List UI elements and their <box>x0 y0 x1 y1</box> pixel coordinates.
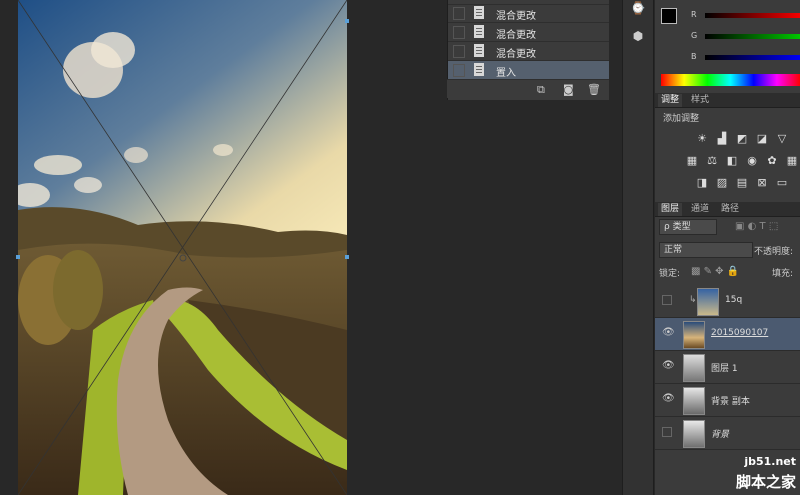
blend-mode-select[interactable]: 正常 <box>659 242 753 258</box>
posterize-icon[interactable]: ▨ <box>716 177 728 189</box>
red-label: R <box>691 10 697 19</box>
transform-handle-top-right[interactable] <box>345 19 349 23</box>
document-icon <box>474 44 484 57</box>
document-icon <box>474 6 484 19</box>
selective-color-icon[interactable]: ⊠ <box>756 177 768 189</box>
fill-label: 填充: <box>772 269 794 279</box>
layer-thumbnail <box>683 420 705 448</box>
lock-label: 锁定: <box>659 269 681 279</box>
layer-row-selected[interactable]: 👁 2015090107 <box>655 318 800 351</box>
channel-mixer-icon[interactable]: ✿ <box>766 155 778 167</box>
layer-name[interactable]: 2015090107 <box>711 328 768 338</box>
document-icon <box>474 63 484 76</box>
history-item-label: 置入 <box>496 68 516 79</box>
tab-adjustments[interactable]: 调整 <box>658 94 683 107</box>
history-item[interactable]: 混合更改 <box>448 42 609 61</box>
visibility-toggle[interactable] <box>662 427 672 437</box>
brightness-icon[interactable]: ☀ <box>696 133 708 145</box>
red-gradient[interactable] <box>705 13 800 18</box>
landscape-photo <box>18 0 347 495</box>
layer-row[interactable]: ↳ 15q <box>655 285 800 318</box>
layer-row[interactable]: 👁 背景 副本 <box>655 384 800 417</box>
layer-name[interactable]: 背景 <box>711 427 729 440</box>
red-slider[interactable]: R 8 <box>691 10 800 24</box>
black-white-icon[interactable]: ◧ <box>726 155 738 167</box>
tab-channels[interactable]: 通道 <box>688 203 712 216</box>
layer-thumbnail <box>697 288 719 316</box>
layer-filter-select[interactable]: ρ 类型 <box>659 219 717 235</box>
history-checkbox[interactable] <box>453 64 465 77</box>
layer-thumbnail <box>683 387 705 415</box>
exposure-icon[interactable]: ◪ <box>756 133 768 145</box>
layer-thumbnail <box>683 321 705 349</box>
green-label: G <box>691 31 698 40</box>
green-gradient[interactable] <box>705 34 800 39</box>
photo-filter-icon[interactable]: ◉ <box>746 155 758 167</box>
opacity-label: 不透明度: <box>754 247 794 257</box>
layer-name[interactable]: 图层 1 <box>711 361 738 374</box>
adjustments-tabbar: 调整 样式 <box>655 93 800 108</box>
eye-icon[interactable]: 👁 <box>662 328 675 338</box>
threshold-icon[interactable]: ▤ <box>736 177 748 189</box>
layer-row[interactable]: 背景 <box>655 417 800 450</box>
new-document-from-state-icon[interactable]: ⧉ <box>537 84 545 95</box>
foreground-color-swatch[interactable] <box>661 8 677 24</box>
layer-name[interactable]: 15q <box>725 295 742 305</box>
3d-panel-icon[interactable]: ⬢ <box>629 28 647 44</box>
tab-paths[interactable]: 路径 <box>718 203 742 216</box>
history-item-selected[interactable]: 置入 <box>448 61 609 80</box>
hue-saturation-icon[interactable]: ▦ <box>686 155 698 167</box>
watermark-name: 脚本之家 <box>735 473 796 491</box>
clipping-icon: ↳ <box>689 295 697 305</box>
history-checkbox[interactable] <box>453 7 465 20</box>
history-item-label: 混合更改 <box>496 30 536 41</box>
lock-icons[interactable]: ▩ ✎ ✥ 🔒 <box>691 266 739 277</box>
transform-handle-left[interactable] <box>16 255 20 259</box>
blue-gradient[interactable] <box>705 55 800 60</box>
watermark: jb51.net 脚本之家 <box>700 455 800 495</box>
history-item[interactable]: 混合更改 <box>448 4 609 23</box>
history-footer: ⧉ ◙ 🗑 <box>447 79 608 98</box>
adjustments-heading: 添加调整 <box>663 114 700 124</box>
panel-tool-strip: ⌚ ⬢ <box>622 0 654 495</box>
visibility-toggle[interactable] <box>662 295 672 305</box>
watermark-site: jb51.net <box>744 455 796 468</box>
layer-row[interactable]: 👁 图层 1 <box>655 351 800 384</box>
transform-handle-right[interactable] <box>345 255 349 259</box>
eye-icon[interactable]: 👁 <box>662 361 675 371</box>
color-balance-icon[interactable]: ⚖ <box>706 155 718 167</box>
history-item-label: 混合更改 <box>496 11 536 22</box>
placed-photo[interactable] <box>18 0 347 495</box>
green-slider[interactable]: G 1 <box>691 31 800 45</box>
history-panel-icon[interactable]: ⌚ <box>629 0 647 16</box>
history-checkbox[interactable] <box>453 26 465 39</box>
history-item[interactable]: 混合更改 <box>448 23 609 42</box>
vibrance-icon[interactable]: ▽ <box>776 133 788 145</box>
levels-icon[interactable]: ▟ <box>716 133 728 145</box>
filter-icons[interactable]: ▣ ◐ T ⬚ <box>735 221 778 232</box>
gradient-map-icon[interactable]: ▭ <box>776 177 788 189</box>
history-item-label: 混合更改 <box>496 49 536 60</box>
tab-layers[interactable]: 图层 <box>658 203 683 216</box>
invert-icon[interactable]: ◨ <box>696 177 708 189</box>
color-lookup-icon[interactable]: ▦ <box>786 155 798 167</box>
layer-thumbnail <box>683 354 705 382</box>
history-checkbox[interactable] <box>453 45 465 58</box>
color-spectrum-bar[interactable] <box>661 74 800 86</box>
trash-icon[interactable]: 🗑 <box>587 84 601 95</box>
layers-tabbar: 图层 通道 路径 <box>655 202 800 217</box>
layer-name[interactable]: 背景 副本 <box>711 394 750 407</box>
blue-label: B <box>691 52 697 61</box>
curves-icon[interactable]: ◩ <box>736 133 748 145</box>
eye-icon[interactable]: 👁 <box>662 394 675 404</box>
tab-styles[interactable]: 样式 <box>688 94 712 107</box>
document-icon <box>474 25 484 38</box>
blue-slider[interactable]: B 1 <box>691 52 800 66</box>
camera-icon[interactable]: ◙ <box>563 84 574 95</box>
